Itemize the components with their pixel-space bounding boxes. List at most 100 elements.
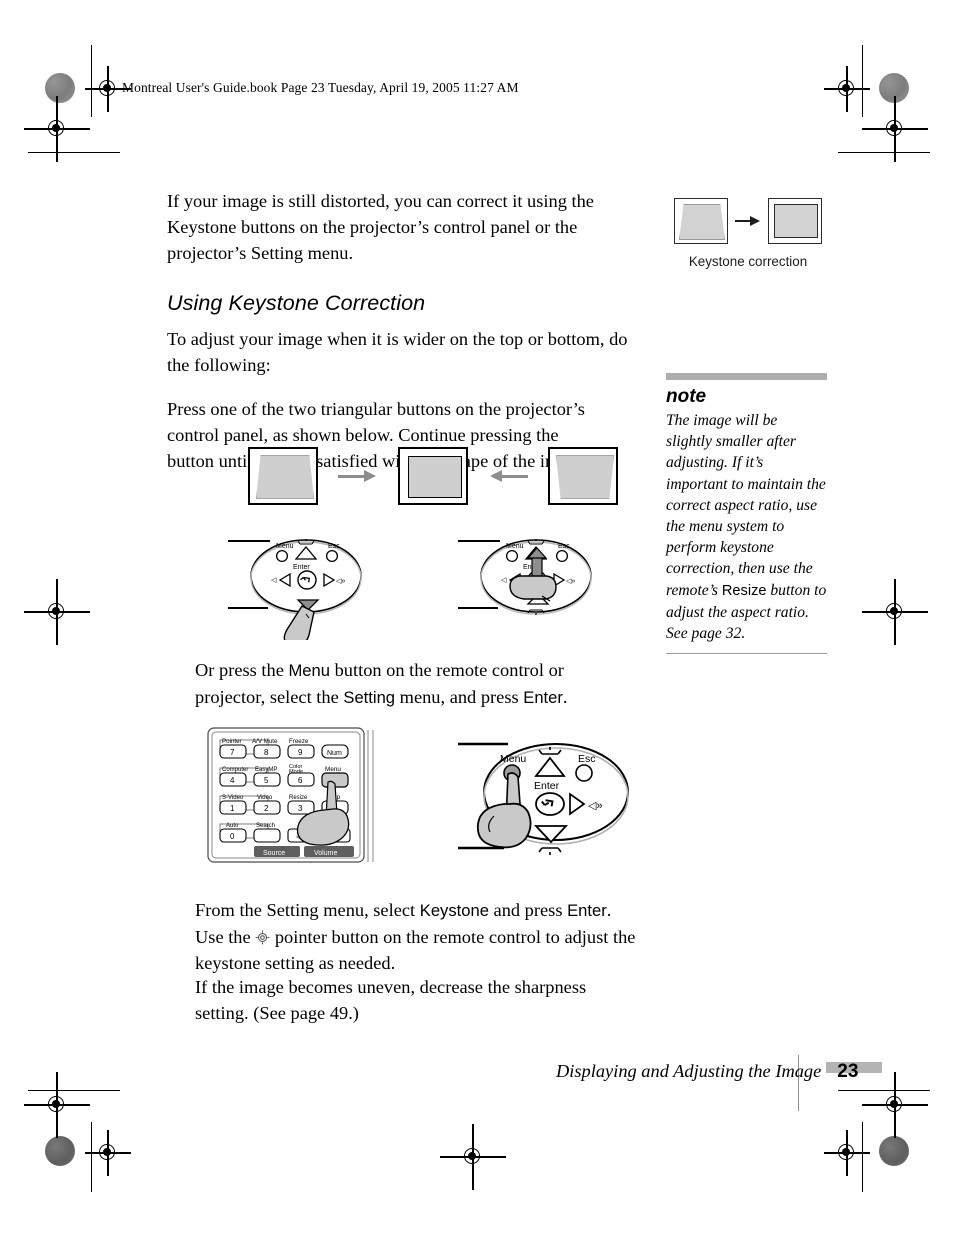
- step3-part2: and press: [488, 900, 568, 920]
- step3-part1: From the Setting menu, select: [195, 900, 420, 920]
- keystone-menu-label: Keystone: [419, 901, 489, 920]
- trapezoid-top-wide-shape: [256, 455, 314, 499]
- menu-button-label: Menu: [288, 661, 330, 680]
- trapezoid-bottom-wide-shape: [556, 455, 614, 499]
- registration-mark-left-upper: [24, 96, 90, 162]
- lead-paragraph: To adjust your image when it is wider on…: [167, 328, 628, 375]
- esc-label: Esc: [578, 753, 596, 765]
- trapezoid-bottom-wide-frame: [548, 447, 618, 505]
- svg-text:0: 0: [230, 832, 235, 841]
- pointer-button-icon: [255, 926, 270, 945]
- note-bottom-rule: [666, 653, 827, 655]
- registration-mark-bottom-right: [824, 1130, 870, 1176]
- source-bar-label: Source: [263, 850, 285, 857]
- projector-panel-figure: Menu Esc Enter ◁»: [456, 726, 646, 871]
- video-label: Video: [257, 795, 273, 801]
- page-footer: Displaying and Adjusting the Image 23: [556, 1061, 858, 1083]
- registration-mark-left-lower: [24, 1072, 90, 1138]
- crop-mark-top-left-horizontal: [28, 152, 120, 154]
- freeze-label: Freeze: [289, 738, 309, 745]
- registration-mark-right-upper: [862, 96, 928, 162]
- halftone-dot-bottom-left: [45, 1136, 75, 1166]
- volume-bar-label: Volume: [314, 850, 337, 857]
- arrow-left-icon: [488, 469, 528, 483]
- av-mute-label: A/V Mute: [252, 738, 278, 745]
- registration-mark-left-middle: [24, 579, 90, 645]
- step-4-paragraph: If the image becomes uneven, decrease th…: [195, 977, 587, 1024]
- distorted-trapezoid-shape: [679, 204, 725, 240]
- keystone-before-frame: [674, 198, 728, 244]
- trapezoid-comparison-figure: [248, 447, 618, 505]
- running-header: Montreal User's Guide.book Page 23 Tuesd…: [122, 80, 519, 95]
- note-text-part1: The image will be slightly smaller after…: [666, 412, 826, 599]
- keystone-after-frame: [768, 198, 822, 244]
- step-2-paragraph: Or press the Menu button on the remote c…: [195, 657, 635, 711]
- pointer-label: Pointer: [222, 738, 242, 745]
- resize-label: Resize: [289, 795, 308, 801]
- svg-text:9: 9: [298, 748, 303, 757]
- easymp-label: EasyMP: [255, 767, 277, 773]
- footer-chapter-title: Displaying and Adjusting the Image: [556, 1061, 822, 1081]
- arrow-right-icon: [338, 469, 378, 483]
- step-3-paragraph: From the Setting menu, select Keystone a…: [195, 897, 637, 977]
- remote-control-figure: Pointer 7 A/V Mute 8 Freeze 9 Num Comput…: [206, 726, 378, 866]
- svg-text:3: 3: [298, 804, 303, 813]
- note-top-rule: [666, 373, 827, 380]
- halftone-dot-top-left: [45, 73, 75, 103]
- menu-label: Menu: [500, 753, 526, 765]
- registration-mark-top-left: [85, 66, 131, 112]
- menu-label: Menu: [276, 543, 294, 550]
- enter-button-label: Enter: [567, 901, 607, 920]
- document-page: Montreal User's Guide.book Page 23 Tuesd…: [0, 0, 954, 1235]
- registration-mark-top-right: [824, 66, 870, 112]
- step2-part4: .: [562, 687, 568, 708]
- note-body: The image will be slightly smaller after…: [666, 410, 827, 644]
- registration-mark-right-middle: [862, 579, 928, 645]
- s-video-label: S-Video: [222, 795, 244, 801]
- step2-part1: Or press the: [195, 660, 289, 680]
- enter-label: Enter: [293, 564, 310, 571]
- corrected-rectangle-shape: [408, 456, 462, 498]
- volume-icon: ◁»: [588, 800, 603, 812]
- intro-paragraph: If your image is still distorted, you ca…: [167, 191, 594, 264]
- control-panel-figure-up: Menu Esc Enter ◁ ◁»: [458, 528, 598, 640]
- arrow-right-icon: [735, 215, 761, 227]
- svg-text:2: 2: [264, 804, 269, 813]
- page-number: 23: [837, 1061, 859, 1082]
- menu-label: Menu: [325, 766, 341, 773]
- note-resize-label: Resize: [721, 582, 767, 599]
- computer-label: Computer: [222, 767, 248, 773]
- svg-text:8: 8: [264, 748, 269, 757]
- setting-menu-label: Setting: [343, 688, 396, 708]
- section-heading: Using Keystone Correction: [167, 290, 426, 315]
- registration-mark-right-lower: [862, 1072, 928, 1138]
- enter-label: Enter: [534, 780, 560, 792]
- keystone-figure-caption: Keystone correction: [688, 254, 808, 269]
- trapezoid-top-wide-frame: [248, 447, 318, 505]
- num-label: Num: [327, 750, 342, 757]
- search-label: Search: [256, 823, 275, 829]
- svg-text:4: 4: [230, 776, 235, 785]
- svg-text:6: 6: [298, 776, 303, 785]
- svg-text:◁»: ◁»: [566, 578, 575, 585]
- registration-mark-bottom-center: [440, 1124, 506, 1190]
- corrected-rectangle-shape: [774, 204, 818, 238]
- svg-text:◁»: ◁»: [336, 578, 345, 585]
- note-title: note: [666, 386, 707, 407]
- keystone-correction-figure: Keystone correction: [668, 198, 828, 269]
- svg-text:◁: ◁: [501, 577, 507, 584]
- step2-part3: menu, and press: [395, 687, 524, 708]
- auto-label: Auto: [226, 823, 239, 829]
- svg-text:7: 7: [230, 748, 235, 757]
- halftone-dot-bottom-right: [879, 1136, 909, 1166]
- note-sidebar: note The image will be slightly smaller …: [666, 373, 827, 655]
- main-text-column: If your image is still distorted, you ca…: [167, 188, 637, 488]
- esc-label: Esc: [328, 543, 340, 550]
- crop-mark-top-right-horizontal: [838, 152, 930, 154]
- registration-mark-bottom-left: [85, 1130, 131, 1176]
- svg-text:5: 5: [264, 776, 269, 785]
- enter-button-label: Enter: [523, 688, 563, 708]
- control-panel-figure-down: Menu Esc Enter ◁ ◁»: [228, 528, 368, 640]
- corrected-rectangle-frame: [398, 447, 468, 505]
- svg-text:◁: ◁: [271, 577, 277, 584]
